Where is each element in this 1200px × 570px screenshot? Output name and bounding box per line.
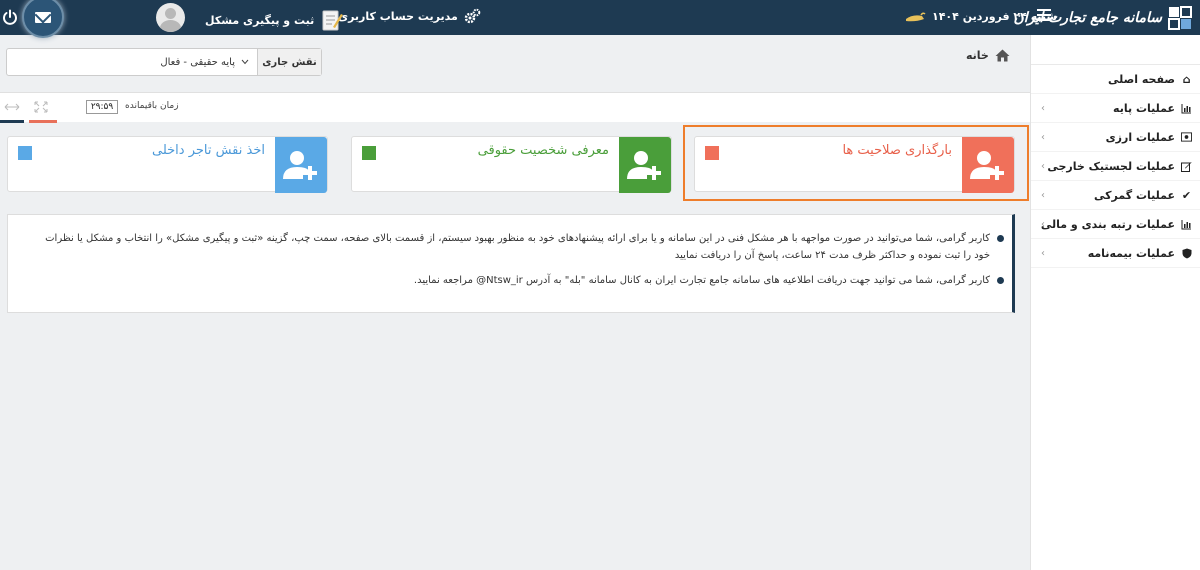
report-problem-label: ثبت و پیگیری مشکل bbox=[205, 13, 315, 27]
notice-item: کاربر گرامی، شما می‌توانید در صورت مواجه… bbox=[35, 230, 1004, 264]
add-user-icon bbox=[275, 137, 327, 193]
sidebar-item-customs-operations[interactable]: ‹ عملیات گمرکی ✔ bbox=[1031, 181, 1200, 210]
sidebar-header bbox=[1031, 35, 1200, 65]
sidebar-item-currency-operations[interactable]: ‹ عملیات ارزی bbox=[1031, 123, 1200, 152]
role-dropdown-value: پایه حقیقی - فعال bbox=[160, 56, 235, 68]
gears-icon bbox=[464, 8, 481, 24]
chevron-left-icon: ‹ bbox=[1041, 190, 1045, 201]
sidebar-item-label: عملیات گمرکی bbox=[1093, 188, 1175, 202]
sidebar-item-label: عملیات بیمه‌نامه bbox=[1087, 246, 1175, 260]
chevron-left-icon: ‹ bbox=[1041, 219, 1045, 230]
card-upload-qualifications[interactable]: بارگذاری صلاحیت ها bbox=[694, 136, 1015, 193]
account-management-label: مدیریت حساب کاربری bbox=[338, 10, 458, 23]
card-domestic-merchant-role[interactable]: اخذ نقش تاجر داخلی bbox=[7, 136, 328, 193]
sidebar-item-label: عملیات رتبه بندی و مالی bbox=[1040, 217, 1175, 231]
card-color-square bbox=[18, 146, 32, 160]
card-title: بارگذاری صلاحیت ها bbox=[842, 143, 952, 158]
sidebar-item-label: عملیات پایه bbox=[1113, 101, 1175, 115]
notice-panel: کاربر گرامی، شما می‌توانید در صورت مواجه… bbox=[7, 214, 1015, 313]
session-timer-value: ۲۹:۵۹ bbox=[86, 100, 118, 114]
current-date: شنبه ۲۴ فروردین ۱۴۰۴ bbox=[932, 10, 1058, 23]
report-problem-link[interactable]: ثبت و پیگیری مشکل bbox=[205, 8, 344, 32]
sidebar-item-label: عملیات ارزی bbox=[1105, 130, 1175, 144]
sidebar-item-home[interactable]: صفحه اصلی ⌂ bbox=[1031, 65, 1200, 94]
sidebar-item-logistics-operations[interactable]: ‹ عملیات لجستیک خارجی bbox=[1031, 152, 1200, 181]
notice-item: کاربر گرامی، شما می توانید جهت دریافت اط… bbox=[35, 272, 1004, 289]
session-timer-label: زمان باقیمانده bbox=[125, 101, 179, 111]
tab-indicator-accent bbox=[29, 120, 57, 123]
breadcrumb-home-label[interactable]: خانه bbox=[966, 49, 989, 62]
sidebar-item-rating-financial[interactable]: ‹ عملیات رتبه بندی و مالی bbox=[1031, 210, 1200, 239]
bullet-icon bbox=[997, 235, 1004, 242]
bullet-icon bbox=[997, 277, 1004, 284]
card-introduce-legal-entity[interactable]: معرفی شخصیت حقوقی bbox=[351, 136, 672, 193]
chart-icon bbox=[1181, 219, 1192, 230]
logo-mark-icon bbox=[1168, 5, 1192, 30]
edit-icon bbox=[1181, 161, 1192, 172]
chevron-left-icon: ‹ bbox=[1041, 103, 1045, 114]
current-role-label: نقش جاری bbox=[257, 49, 321, 75]
check-icon: ✔ bbox=[1181, 188, 1192, 202]
lamp-icon bbox=[906, 12, 926, 22]
chevron-left-icon: ‹ bbox=[1041, 132, 1045, 143]
sidebar-item-basic-operations[interactable]: ‹ عملیات پایه bbox=[1031, 94, 1200, 123]
tab-indicator-dark bbox=[0, 120, 24, 123]
sidebar: صفحه اصلی ⌂ ‹ عملیات پایه ‹ عملیات ارزی … bbox=[1030, 35, 1200, 570]
role-dropdown[interactable]: پایه حقیقی - فعال bbox=[7, 49, 257, 75]
messages-button[interactable] bbox=[22, 0, 64, 38]
breadcrumb: خانه bbox=[966, 49, 1010, 62]
card-color-square bbox=[362, 146, 376, 160]
sidebar-item-label: صفحه اصلی bbox=[1108, 72, 1175, 86]
chevron-down-icon bbox=[241, 59, 249, 65]
add-user-icon bbox=[619, 137, 671, 193]
logout-power-icon[interactable] bbox=[2, 9, 18, 25]
current-role-selector: نقش جاری پایه حقیقی - فعال bbox=[6, 48, 322, 76]
user-avatar[interactable] bbox=[156, 3, 185, 32]
card-title: اخذ نقش تاجر داخلی bbox=[151, 143, 265, 158]
shield-icon bbox=[1181, 248, 1192, 259]
expand-width-icon[interactable] bbox=[4, 100, 20, 114]
notepad-icon bbox=[322, 10, 344, 31]
home-icon[interactable] bbox=[995, 49, 1010, 62]
top-bar: سامانه جامع تجارت ایران شنبه ۲۴ فروردین … bbox=[0, 0, 1200, 38]
account-management-link[interactable]: مدیریت حساب کاربری bbox=[338, 8, 481, 25]
card-color-square bbox=[705, 146, 719, 160]
mail-icon bbox=[35, 11, 51, 23]
chevron-left-icon: ‹ bbox=[1041, 248, 1045, 259]
sidebar-item-insurance-operations[interactable]: ‹ عملیات بیمه‌نامه bbox=[1031, 239, 1200, 268]
card-title: معرفی شخصیت حقوقی bbox=[477, 143, 609, 158]
notice-text: کاربر گرامی، شما می توانید جهت دریافت اط… bbox=[413, 275, 990, 286]
sidebar-item-label: عملیات لجستیک خارجی bbox=[1047, 159, 1175, 173]
notice-text: کاربر گرامی، شما می‌توانید در صورت مواجه… bbox=[45, 233, 990, 261]
chevron-left-icon: ‹ bbox=[1041, 161, 1045, 172]
money-icon bbox=[1181, 132, 1192, 143]
chart-icon bbox=[1181, 103, 1192, 114]
add-user-icon bbox=[962, 137, 1014, 193]
fullscreen-icon[interactable] bbox=[33, 100, 49, 114]
home-icon: ⌂ bbox=[1182, 72, 1191, 86]
